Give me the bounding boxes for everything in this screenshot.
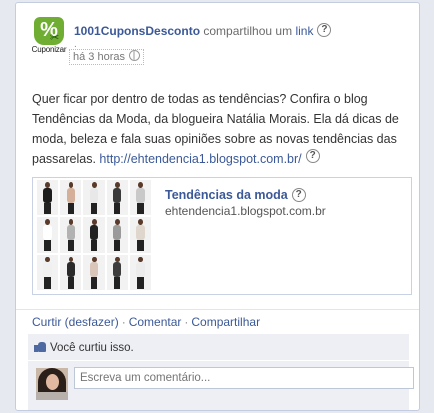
- ufi-feedback: Você curtiu isso.: [28, 334, 414, 410]
- like-undo-button[interactable]: Curtir (desfazer): [32, 315, 119, 329]
- attachment-title[interactable]: Tendências da moda?: [165, 188, 306, 202]
- action-separator: ·: [184, 315, 189, 329]
- model-thumbnail: [129, 217, 151, 253]
- model-thumbnail: [37, 254, 59, 290]
- story-card: % ✂ Cuponizar 1001CuponsDesconto compart…: [15, 2, 420, 411]
- story-header: % ✂ Cuponizar 1001CuponsDesconto compart…: [32, 17, 409, 71]
- thumbs-up-icon: [34, 341, 46, 352]
- model-thumbnail: [83, 254, 105, 290]
- story-actions: Curtir (desfazer) · Comentar · Compartilhar: [32, 315, 260, 329]
- help-icon[interactable]: ?: [317, 23, 332, 37]
- link-attachment[interactable]: Tendências da moda? ehtendencia1.blogspo…: [32, 177, 412, 295]
- comment-input[interactable]: [74, 367, 414, 389]
- timestamp-text: há 3 horas: [73, 51, 125, 63]
- attachment-domain: ehtendencia1.blogspot.com.br: [165, 204, 326, 218]
- author-link[interactable]: 1001CuponsDesconto: [74, 24, 200, 38]
- shared-link[interactable]: link: [295, 24, 313, 38]
- liked-text: Você curtiu isso.: [50, 342, 134, 354]
- feedback-divider: [28, 360, 409, 361]
- attachment-title-text: Tendências da moda: [165, 188, 288, 202]
- share-button[interactable]: Compartilhar: [191, 315, 260, 329]
- model-thumbnail: [60, 180, 82, 216]
- model-thumbnail: [83, 217, 105, 253]
- attachment-help-icon[interactable]: ?: [291, 188, 306, 202]
- model-thumbnail: [83, 180, 105, 216]
- model-thumbnail: [129, 180, 151, 216]
- logo-wordmark: Cuponizar: [31, 45, 67, 54]
- story-message: Quer ficar por dentro de todas as tendên…: [32, 89, 404, 169]
- page-avatar-logo[interactable]: % ✂ Cuponizar: [31, 17, 67, 57]
- story-meta: 1001CuponsDesconto compartilhou um link?: [74, 23, 409, 39]
- like-sentence: Você curtiu isso.: [34, 341, 134, 354]
- globe-icon: [128, 50, 140, 61]
- url-help-icon[interactable]: ?: [305, 149, 320, 163]
- model-thumbnail: [129, 254, 151, 290]
- model-thumbnail: [37, 180, 59, 216]
- timestamp[interactable]: há 3 horas: [69, 49, 144, 65]
- model-thumbnail: [60, 254, 82, 290]
- divider: [16, 309, 419, 310]
- action-separator: ·: [121, 315, 126, 329]
- model-thumbnail: [37, 217, 59, 253]
- model-thumbnail: [60, 217, 82, 253]
- logo-percent-symbol: %: [40, 19, 58, 41]
- shared-text: compartilhou um: [203, 24, 293, 38]
- message-url[interactable]: http://ehtendencia1.blogspot.com.br/: [99, 152, 301, 166]
- user-avatar[interactable]: [36, 368, 68, 400]
- model-thumbnail: [106, 254, 128, 290]
- scissors-icon: ✂: [50, 32, 60, 44]
- model-thumbnail: [106, 217, 128, 253]
- attachment-thumbnail-grid[interactable]: [35, 178, 153, 292]
- comment-button[interactable]: Comentar: [129, 315, 182, 329]
- model-thumbnail: [106, 180, 128, 216]
